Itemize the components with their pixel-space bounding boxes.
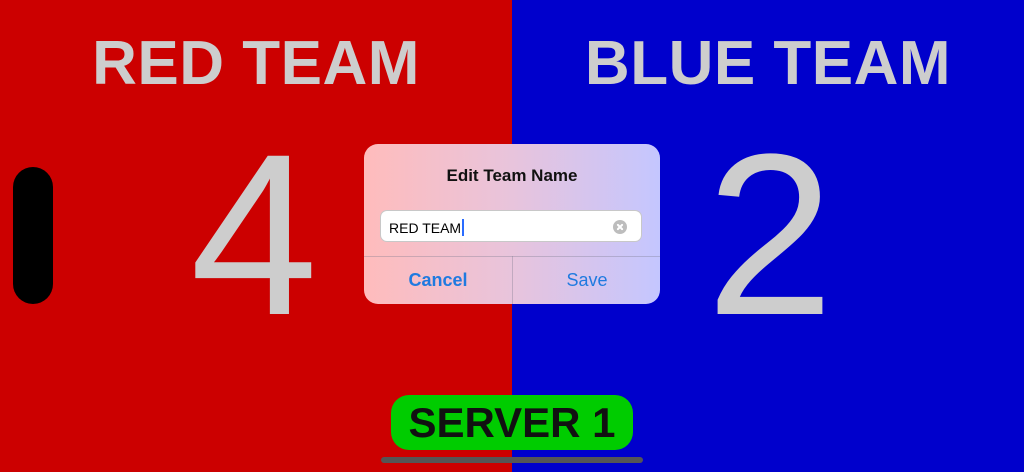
text-caret — [462, 219, 465, 236]
team-name-input[interactable]: RED TEAM — [380, 210, 642, 242]
device-notch — [13, 167, 53, 304]
blue-team-name[interactable]: BLUE TEAM — [512, 28, 1024, 99]
server-badge[interactable]: SERVER 1 — [391, 395, 633, 450]
red-team-name[interactable]: RED TEAM — [0, 28, 512, 99]
team-name-input-value[interactable]: RED TEAM — [389, 219, 465, 236]
dialog-title: Edit Team Name — [446, 166, 578, 185]
home-indicator[interactable] — [381, 457, 643, 463]
scoreboard-screen: RED TEAM 4 BLUE TEAM 2 SERVER 1 Edit Tea… — [0, 0, 1024, 472]
cancel-button[interactable]: Cancel — [364, 257, 512, 304]
save-button[interactable]: Save — [513, 257, 660, 304]
edit-team-name-dialog: Edit Team Name RED TEAM Cancel Save — [364, 144, 660, 304]
clear-circle-icon[interactable] — [613, 220, 627, 234]
